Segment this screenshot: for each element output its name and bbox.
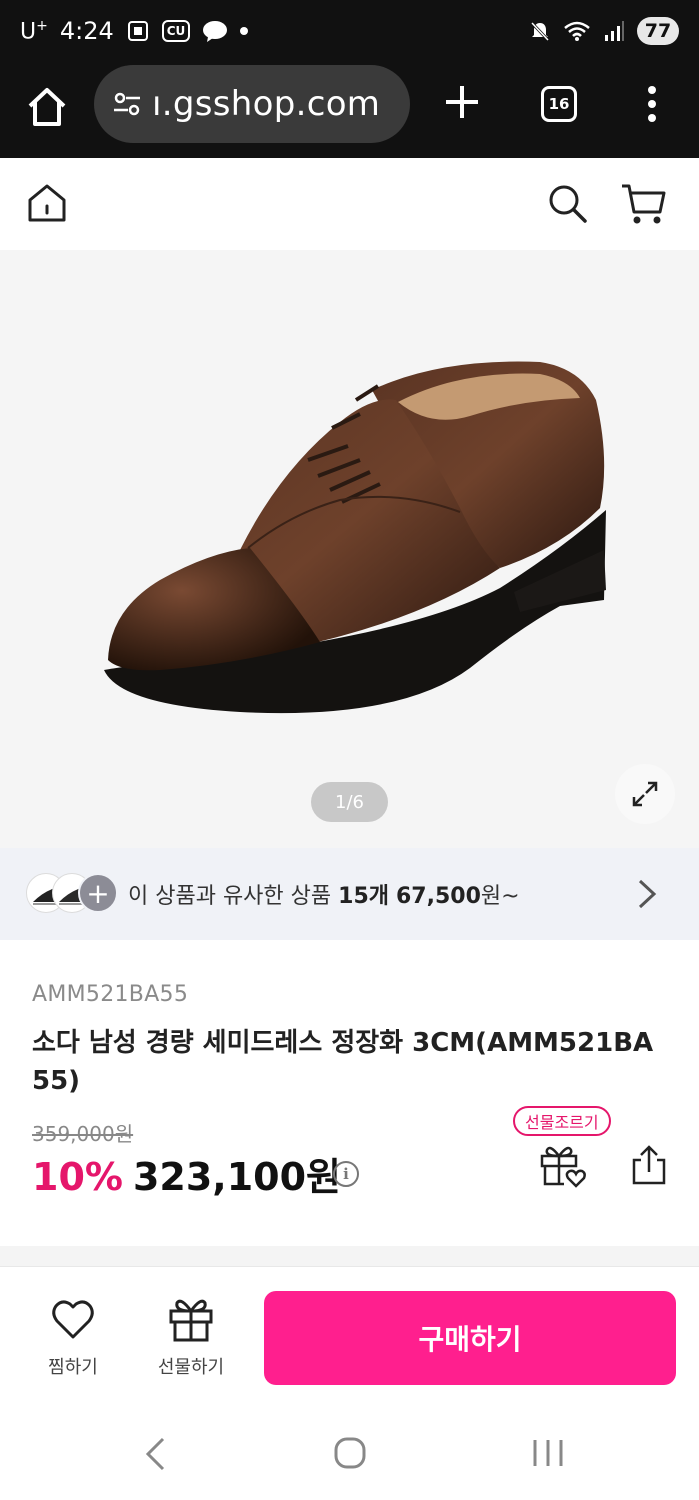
- tab-switcher-button[interactable]: 16: [541, 86, 577, 122]
- cart-icon[interactable]: [620, 182, 666, 226]
- system-navigation-bar: [0, 1406, 699, 1500]
- url-text: ı.gsshop.com: [152, 84, 381, 124]
- similar-text: 이 상품과 유사한 상품 15개 67,500원~: [128, 884, 520, 909]
- similar-thumbnails: +: [26, 873, 118, 915]
- discount-rate: 10%: [32, 1155, 123, 1199]
- section-divider: [0, 1246, 699, 1266]
- browser-toolbar: ı.gsshop.com 16: [0, 62, 699, 158]
- expand-button[interactable]: [615, 764, 675, 824]
- similar-products-banner[interactable]: + 이 상품과 유사한 상품 15개 67,500원~: [0, 848, 699, 940]
- wishlist-label: 찜하기: [48, 1357, 98, 1378]
- browser-home-icon[interactable]: [22, 82, 72, 132]
- price-info-icon[interactable]: i: [333, 1161, 359, 1187]
- gift-button[interactable]: 선물하기: [146, 1295, 236, 1379]
- product-code: AMM521BA55: [32, 982, 189, 1007]
- home-icon[interactable]: [26, 182, 68, 224]
- carrier-label: U+: [20, 17, 48, 45]
- product-image-gallery[interactable]: 1/6: [0, 250, 699, 848]
- search-icon[interactable]: [546, 182, 588, 224]
- wifi-icon: [564, 21, 590, 41]
- cu-icon: CU: [161, 20, 191, 42]
- image-counter: 1/6: [311, 782, 388, 822]
- gift-icon: [169, 1299, 213, 1342]
- share-icon[interactable]: [630, 1144, 668, 1186]
- clock: 4:24: [59, 17, 114, 45]
- purchase-action-bar: 찜하기 선물하기 구매하기: [0, 1266, 699, 1406]
- home-circle-icon[interactable]: [333, 1436, 367, 1470]
- wishlist-button[interactable]: 찜하기: [28, 1295, 118, 1379]
- sale-price: 323,100원: [132, 1155, 342, 1199]
- buy-button[interactable]: 구매하기: [264, 1291, 676, 1385]
- battery-indicator: 77: [637, 17, 679, 45]
- screenshot-icon: [127, 21, 148, 41]
- signal-icon: [605, 21, 624, 41]
- talk-icon: [203, 21, 228, 42]
- product-image: [104, 361, 606, 714]
- chevron-right-icon[interactable]: [636, 878, 658, 910]
- original-price: 359,000원: [32, 1122, 134, 1146]
- address-bar[interactable]: ı.gsshop.com: [94, 65, 410, 143]
- gift-heart-icon[interactable]: [538, 1142, 586, 1188]
- gift-request-chip[interactable]: 선물조르기: [513, 1106, 611, 1136]
- menu-dots-icon[interactable]: [640, 84, 664, 124]
- notification-dot-icon: [240, 27, 249, 35]
- back-icon[interactable]: [143, 1436, 167, 1472]
- new-tab-plus-icon[interactable]: [442, 82, 482, 122]
- price-row: 10% 323,100원: [32, 1146, 341, 1201]
- mute-icon: [530, 21, 550, 42]
- gift-label: 선물하기: [157, 1357, 225, 1378]
- site-header: [0, 158, 699, 250]
- product-title: 소다 남성 경량 세미드레스 정장화 3CM(AMM521BA55): [32, 1028, 654, 1096]
- heart-icon: [52, 1300, 94, 1339]
- expand-icon: [632, 781, 658, 807]
- tune-icon[interactable]: [110, 87, 144, 121]
- recent-apps-icon[interactable]: [531, 1436, 565, 1470]
- status-bar: U+ 4:24 CU 77: [0, 0, 699, 62]
- more-plus-icon: +: [78, 873, 118, 913]
